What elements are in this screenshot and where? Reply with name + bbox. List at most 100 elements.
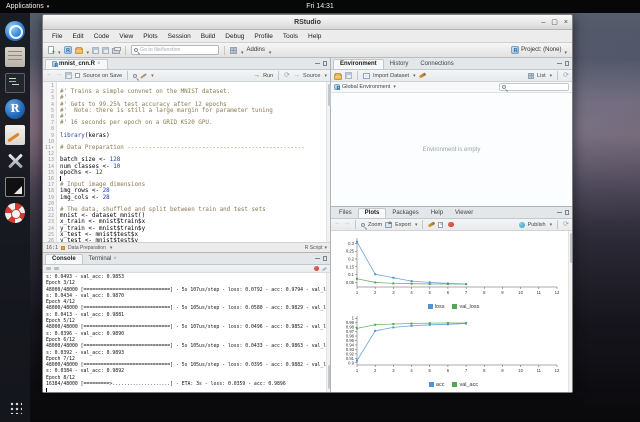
menu-file[interactable]: File xyxy=(47,33,67,40)
env-tab-environment[interactable]: Environment xyxy=(333,59,384,69)
show-applications-icon[interactable] xyxy=(9,401,22,414)
list-view-selector[interactable]: List xyxy=(537,73,546,79)
code-area[interactable]: #' Trains a simple convnet on the MNIST … xyxy=(57,82,330,242)
minimize-button[interactable]: – xyxy=(541,19,545,26)
new-file-dropdown-icon[interactable] xyxy=(57,41,61,59)
project-dropdown-icon[interactable] xyxy=(563,41,567,59)
project-menu[interactable]: Project: (None) xyxy=(521,47,561,53)
menu-view[interactable]: View xyxy=(114,33,138,40)
code-tools-dropdown-icon[interactable] xyxy=(150,73,154,79)
zoom-button[interactable]: Zoom xyxy=(368,222,382,228)
web-browser-icon[interactable] xyxy=(5,21,25,41)
minimize-pane-icon[interactable] xyxy=(557,212,562,214)
clock[interactable]: Fri 14:31 xyxy=(0,3,640,10)
scrollbar-thumb[interactable] xyxy=(328,84,331,106)
plots-tab-files[interactable]: Files xyxy=(333,209,358,218)
code-tools-icon[interactable] xyxy=(140,73,147,79)
maximize-pane-icon[interactable] xyxy=(565,210,570,215)
menu-code[interactable]: Code xyxy=(89,33,115,40)
menu-session[interactable]: Session xyxy=(163,33,196,40)
console-jump-icon[interactable] xyxy=(46,267,51,270)
file-manager-icon[interactable] xyxy=(5,47,25,67)
plots-tab-plots[interactable]: Plots xyxy=(358,208,387,218)
menu-tools[interactable]: Tools xyxy=(278,33,303,40)
plots-tab-help[interactable]: Help xyxy=(425,209,449,218)
text-editor-icon[interactable] xyxy=(5,125,25,145)
maximize-button[interactable]: ▢ xyxy=(551,19,558,26)
source-dropdown-icon[interactable] xyxy=(323,73,327,79)
r-console-icon[interactable] xyxy=(5,99,25,119)
import-dataset-button[interactable]: Import Dataset xyxy=(373,73,409,79)
console-tab-console[interactable]: Console xyxy=(45,254,83,264)
print-icon[interactable] xyxy=(112,48,120,54)
menu-edit[interactable]: Edit xyxy=(67,33,88,40)
menu-help[interactable]: Help xyxy=(303,33,326,40)
save-all-icon[interactable] xyxy=(102,47,109,54)
new-file-icon[interactable] xyxy=(48,46,54,54)
panes-dropdown-icon[interactable] xyxy=(240,41,244,59)
console-profile-icon[interactable] xyxy=(54,267,59,270)
console-scrollbar[interactable] xyxy=(326,273,330,392)
console-tab-terminal[interactable]: Terminal × xyxy=(83,255,123,264)
clear-console-icon[interactable] xyxy=(322,266,327,271)
plots-scrollbar[interactable] xyxy=(568,231,572,392)
maximize-pane-icon[interactable] xyxy=(565,61,570,66)
environment-search-input[interactable] xyxy=(499,83,569,91)
remove-plot-icon[interactable] xyxy=(428,221,436,227)
addins-dropdown-icon[interactable] xyxy=(268,41,272,59)
close-tab-icon[interactable]: × xyxy=(97,61,101,67)
back-icon[interactable]: ← xyxy=(46,72,53,79)
next-plot-icon[interactable]: → xyxy=(344,221,351,228)
close-button[interactable]: × xyxy=(564,19,568,26)
maximize-pane-icon[interactable] xyxy=(323,61,328,66)
save-source-icon[interactable] xyxy=(65,72,72,79)
publish-button[interactable]: Publish xyxy=(528,222,546,228)
file-type-selector[interactable]: R Script xyxy=(305,245,323,251)
publish-dropdown-icon[interactable] xyxy=(549,222,553,228)
menu-debug[interactable]: Debug xyxy=(220,33,249,40)
clear-plots-icon[interactable] xyxy=(438,222,443,228)
source-button[interactable]: Source xyxy=(303,73,320,79)
export-dropdown-icon[interactable] xyxy=(414,222,418,228)
rerun-icon[interactable]: ⟳ xyxy=(284,72,290,79)
refresh-icon[interactable]: ⟳ xyxy=(563,72,569,79)
editor-scrollbar[interactable] xyxy=(326,82,330,242)
load-workspace-icon[interactable] xyxy=(334,74,342,80)
plots-tab-packages[interactable]: Packages xyxy=(386,209,424,218)
source-on-save-checkbox[interactable] xyxy=(75,73,80,78)
console-output[interactable]: s: 0.0493 - val_acc: 0.9853Epoch 3/12480… xyxy=(43,273,330,392)
interrupt-r-icon[interactable] xyxy=(314,266,320,272)
find-icon[interactable] xyxy=(133,74,137,78)
import-dropdown-icon[interactable] xyxy=(412,73,416,79)
new-project-icon[interactable] xyxy=(64,46,72,54)
clear-environment-icon[interactable] xyxy=(418,72,426,78)
run-button[interactable]: Run xyxy=(263,73,273,79)
scope-dropdown-icon[interactable] xyxy=(392,84,396,90)
minimize-pane-icon[interactable] xyxy=(557,63,562,65)
file-type-dropdown-icon[interactable] xyxy=(323,245,327,251)
save-icon[interactable] xyxy=(92,47,99,54)
addins-button[interactable]: Addins xyxy=(247,47,265,53)
tab-mnist-cnn[interactable]: mnist_cnn.R × xyxy=(45,59,108,69)
stop-icon[interactable] xyxy=(448,222,454,228)
section-navigator[interactable]: Data Preparation xyxy=(68,245,106,251)
maximize-pane-icon[interactable] xyxy=(323,256,328,261)
plots-tab-viewer[interactable]: Viewer xyxy=(449,209,479,218)
close-tab-icon[interactable]: × xyxy=(113,256,117,262)
menu-profile[interactable]: Profile xyxy=(249,33,277,40)
workspace-panes-icon[interactable] xyxy=(230,47,237,54)
scrollbar-thumb[interactable] xyxy=(328,365,331,389)
terminal-icon[interactable] xyxy=(5,73,25,93)
open-file-icon[interactable] xyxy=(75,48,83,54)
minimize-pane-icon[interactable] xyxy=(315,63,320,65)
forward-icon[interactable]: → xyxy=(56,72,63,79)
code-editor[interactable]: 1234567891011▾12131415161718192021222324… xyxy=(43,82,330,242)
previous-plot-icon[interactable]: ← xyxy=(334,221,341,228)
refresh-plots-icon[interactable]: ⟳ xyxy=(563,221,569,228)
env-tab-connections[interactable]: Connections xyxy=(414,60,459,69)
tools-icon[interactable] xyxy=(5,151,25,171)
line-number[interactable]: 26 xyxy=(43,238,54,244)
list-dropdown-icon[interactable] xyxy=(549,73,553,79)
help-icon[interactable] xyxy=(5,203,25,223)
display-icon[interactable] xyxy=(5,177,25,197)
